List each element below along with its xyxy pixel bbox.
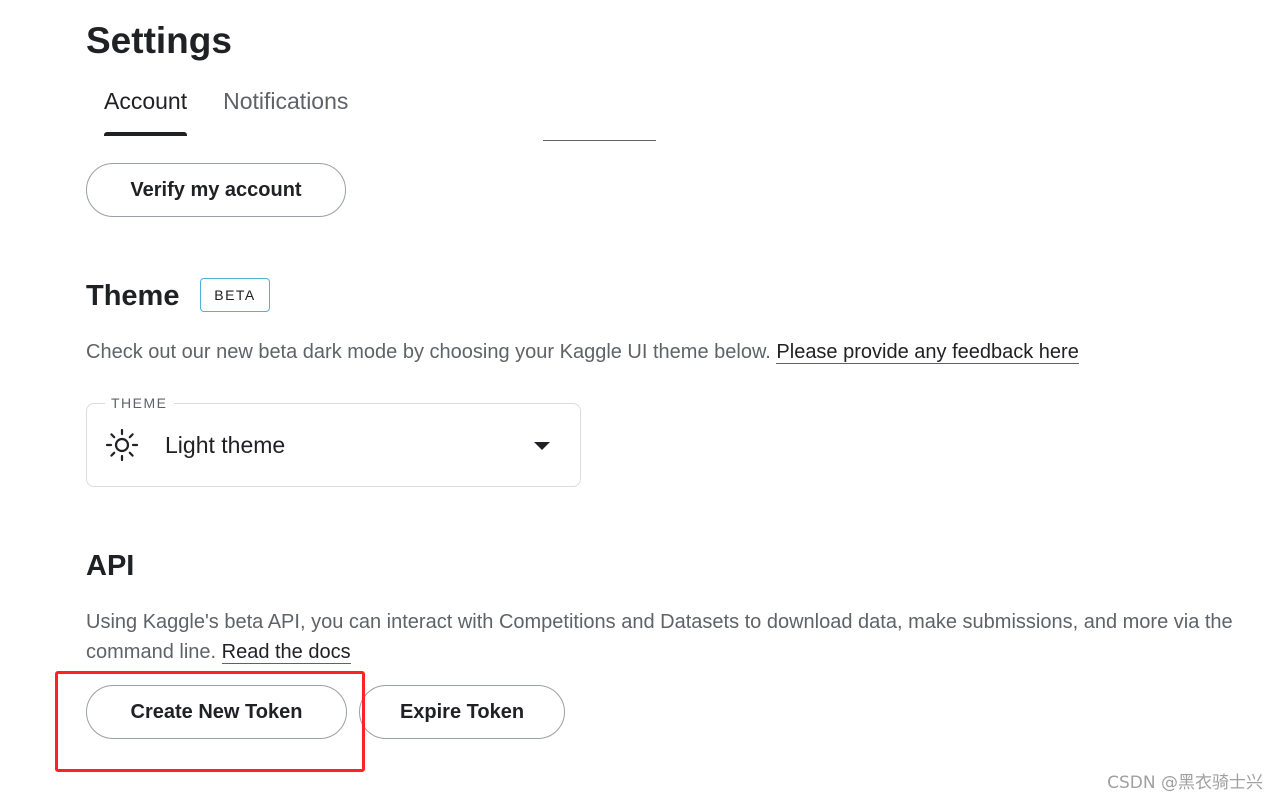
tab-account[interactable]: Account (86, 82, 205, 138)
settings-tabs: Account Notifications (86, 82, 366, 138)
theme-select[interactable]: THEME Light theme (86, 393, 581, 487)
expire-token-button[interactable]: Expire Token (359, 685, 565, 739)
sun-icon (105, 428, 139, 462)
api-description: Using Kaggle's beta API, you can interac… (86, 607, 1256, 667)
api-section-title: API (86, 550, 135, 582)
clipped-link-underline (543, 140, 656, 141)
beta-badge: BETA (200, 278, 270, 312)
theme-select-value: Light theme (165, 432, 286, 458)
tab-notifications[interactable]: Notifications (205, 82, 366, 138)
theme-description-text: Check out our new beta dark mode by choo… (86, 341, 771, 363)
chevron-down-icon (534, 442, 550, 450)
verify-account-button[interactable]: Verify my account (86, 163, 346, 217)
theme-description: Check out our new beta dark mode by choo… (86, 337, 1256, 367)
create-new-token-button[interactable]: Create New Token (86, 685, 347, 739)
read-docs-link[interactable]: Read the docs (221, 641, 351, 664)
page-title: Settings (86, 20, 232, 61)
theme-select-legend: THEME (105, 393, 174, 413)
settings-header: Settings Account Notifications (0, 0, 1279, 138)
theme-section-title: Theme (86, 280, 180, 312)
feedback-link[interactable]: Please provide any feedback here (776, 341, 1079, 364)
settings-page: Settings Account Notifications Verify my… (0, 0, 1279, 801)
watermark: CSDN @黑衣骑士兴 (1107, 773, 1263, 793)
